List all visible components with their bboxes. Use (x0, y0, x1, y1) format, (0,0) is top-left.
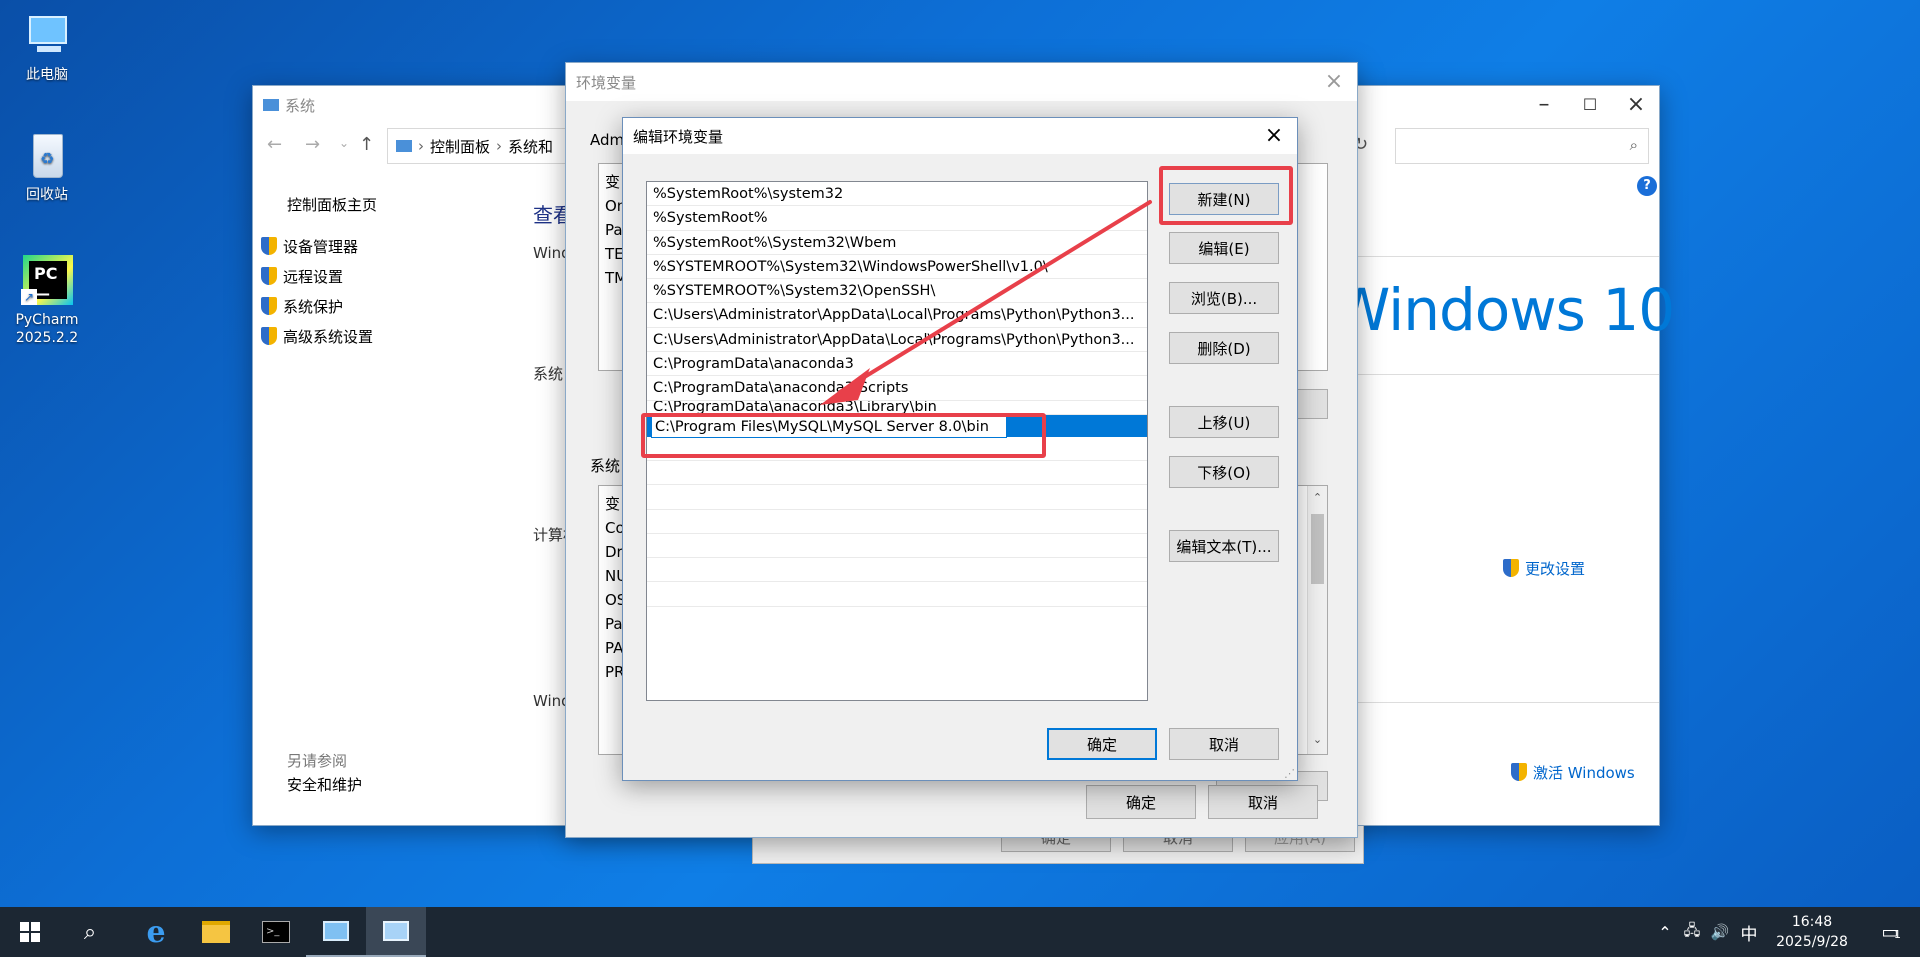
resize-grip-icon[interactable]: ⋰ (1284, 767, 1295, 780)
shield-icon (1503, 559, 1519, 577)
desktop-icon-label: 回收站 (26, 187, 68, 203)
system-icon (263, 99, 279, 111)
activate-windows-link[interactable]: 激活 Windows (1511, 758, 1635, 788)
shield-icon (1511, 763, 1527, 781)
nav-forward-icon[interactable]: → (305, 134, 320, 155)
volume-icon[interactable]: 🔊 (1706, 923, 1734, 941)
notification-count: 1 (1894, 927, 1901, 941)
windows-logo-icon (20, 922, 40, 942)
browse-button[interactable]: 浏览(B)... (1169, 282, 1279, 314)
edit-title-bar: 编辑环境变量 × (623, 118, 1297, 154)
desktop-icon-recycle-bin[interactable]: ♻ 回收站 (2, 130, 92, 204)
sidebar-item-remote[interactable]: 远程设置 (261, 262, 507, 292)
windows-10-logo: Windows 10 (1333, 276, 1675, 344)
desktop-icon-this-pc[interactable]: 此电脑 (2, 10, 92, 84)
annotation-arrow (820, 200, 1152, 405)
scroll-up-icon[interactable]: ⌃ (1308, 486, 1327, 510)
control-panel-icon[interactable] (306, 907, 366, 957)
taskbar: ⌕ e >_ ⌃ 🖧 🔊 中 16:48 2025/9/28 ▭ 1 (0, 907, 1920, 957)
sidebar-item-protection[interactable]: 系统保护 (261, 292, 507, 322)
search-icon[interactable]: ⌕ (60, 907, 120, 957)
cancel-button[interactable]: 取消 (1169, 728, 1279, 760)
network-icon[interactable]: 🖧 (1678, 920, 1706, 945)
terminal-icon[interactable]: >_ (246, 907, 306, 957)
window-title: 编辑环境变量 (633, 127, 724, 146)
window-title: 系统 (285, 96, 316, 115)
maximize-button[interactable]: ☐ (1567, 86, 1613, 124)
sys-vars-label: 系统 (590, 457, 621, 475)
divider (1353, 256, 1659, 257)
breadcrumb-item[interactable]: 控制面板 (430, 136, 490, 157)
control-panel-home-link[interactable]: 控制面板主页 (287, 190, 507, 220)
chevron-down-icon[interactable]: ⌄ (339, 136, 349, 150)
sidebar-item-device-manager[interactable]: 设备管理器 (261, 232, 507, 262)
scroll-thumb[interactable] (1311, 514, 1324, 584)
ime-indicator[interactable]: 中 (1734, 920, 1764, 945)
desktop-icon-label: 此电脑 (26, 67, 68, 83)
edit-text-button[interactable]: 编辑文本(T)... (1169, 530, 1279, 562)
sidebar-item-advanced[interactable]: 高级系统设置 (261, 322, 507, 352)
edit-button[interactable]: 编辑(E) (1169, 232, 1279, 264)
security-maintenance-link[interactable]: 安全和维护 (287, 770, 362, 800)
close-button[interactable]: × (1613, 86, 1659, 124)
minimize-button[interactable]: – (1521, 86, 1567, 124)
nav-back-icon[interactable]: ← (267, 134, 282, 155)
see-also-title: 另请参阅 (287, 752, 348, 770)
env-title-bar: 环境变量 × (566, 63, 1357, 101)
delete-button[interactable]: 删除(D) (1169, 332, 1279, 364)
search-input[interactable]: ⌕ (1395, 128, 1649, 164)
env-ok-button[interactable]: 确定 (1086, 785, 1196, 819)
file-explorer-icon[interactable] (186, 907, 246, 957)
desktop-icon-label: PyCharm 2025.2.2 (15, 312, 79, 346)
window-title: 环境变量 (576, 73, 637, 92)
system-properties-icon[interactable] (366, 907, 426, 957)
help-icon[interactable]: ? (1637, 176, 1657, 196)
address-bar[interactable]: › 控制面板 › 系统和 (387, 128, 567, 164)
desktop-icon-pycharm[interactable]: PC — ↗ PyCharm 2025.2.2 (2, 255, 92, 347)
control-panel-icon (396, 140, 412, 152)
notification-icon[interactable]: ▭ 1 (1860, 922, 1920, 943)
close-button[interactable]: × (1311, 63, 1357, 101)
close-button[interactable]: × (1251, 117, 1297, 155)
breadcrumb-item[interactable]: 系统和 (508, 136, 553, 157)
chevron-up-icon[interactable]: ⌃ (1652, 923, 1678, 942)
start-button[interactable] (0, 907, 60, 957)
user-vars-label: Adm (590, 131, 625, 149)
nav-up-icon[interactable]: ↑ (359, 134, 374, 155)
scroll-down-icon[interactable]: ⌄ (1308, 728, 1327, 752)
clock-date: 2025/9/28 (1776, 934, 1848, 950)
search-icon: ⌕ (1629, 136, 1638, 154)
computer-icon (21, 10, 73, 62)
divider (1353, 374, 1659, 375)
move-up-button[interactable]: 上移(U) (1169, 406, 1279, 438)
recycle-bin-icon: ♻ (21, 130, 73, 182)
shield-icon (261, 237, 277, 255)
edge-icon[interactable]: e (126, 907, 186, 957)
pycharm-icon: PC — ↗ (21, 255, 73, 307)
clock-time: 16:48 (1791, 914, 1833, 930)
divider (1353, 702, 1659, 703)
shield-icon (261, 327, 277, 345)
move-down-button[interactable]: 下移(O) (1169, 456, 1279, 488)
env-cancel-button[interactable]: 取消 (1208, 785, 1318, 819)
scrollbar[interactable]: ⌃ ⌄ (1307, 486, 1327, 754)
clock[interactable]: 16:48 2025/9/28 (1764, 912, 1860, 952)
section-label: 系统 (533, 365, 564, 383)
change-settings-link[interactable]: 更改设置 (1503, 554, 1585, 584)
ok-button[interactable]: 确定 (1047, 728, 1157, 760)
shield-icon (261, 297, 277, 315)
shield-icon (261, 267, 277, 285)
